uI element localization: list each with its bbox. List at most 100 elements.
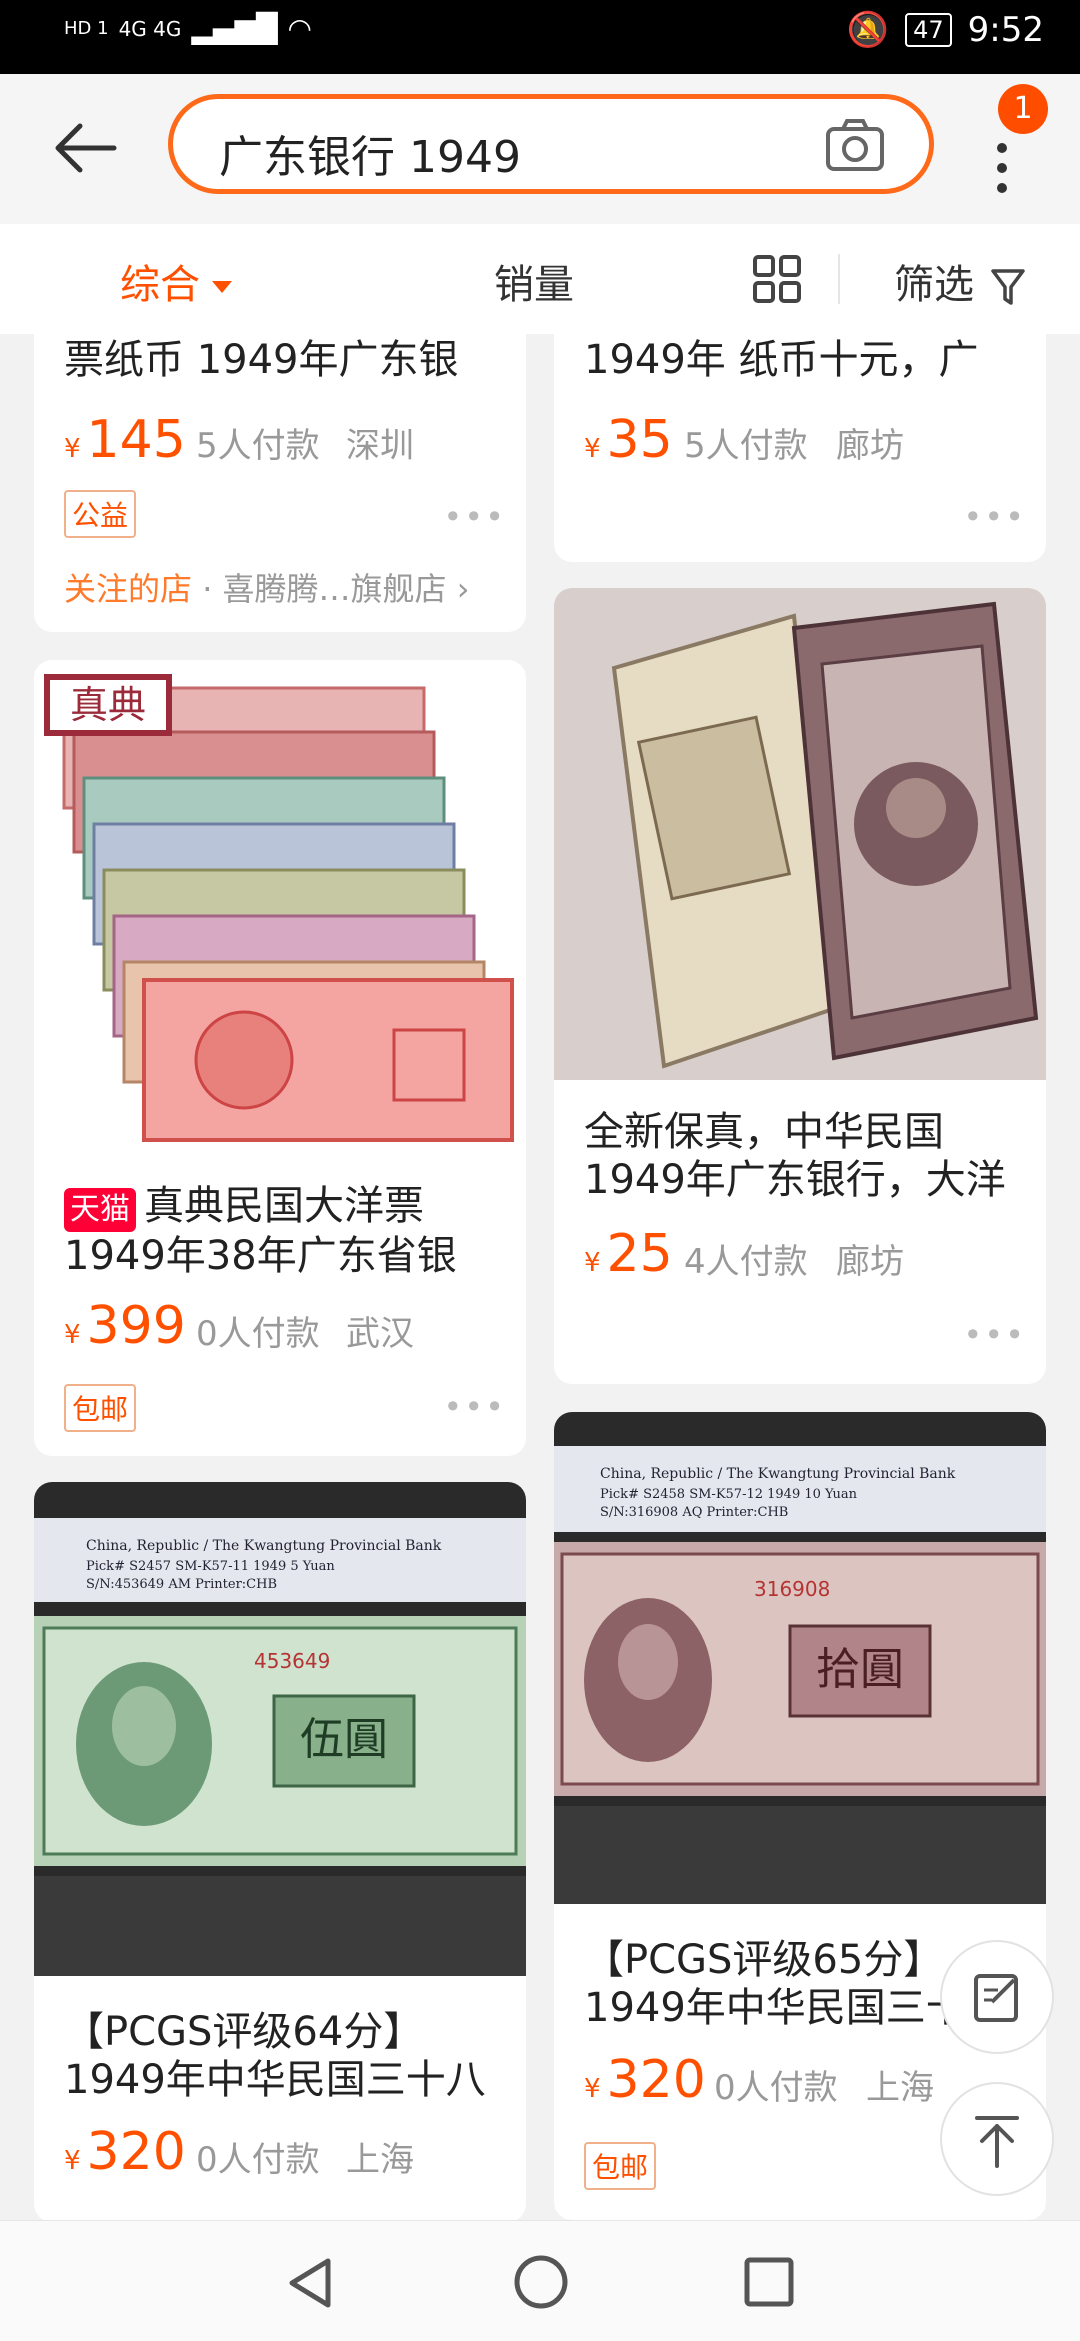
sort-tabs: 综合 销量 筛选 — [0, 224, 1080, 334]
price-value: 399 — [86, 1296, 186, 1356]
followed-shop-label: 关注的店 — [64, 570, 193, 608]
note-value: 伍圓 — [300, 1714, 388, 1765]
sales-count: 0人付款 — [714, 2068, 838, 2108]
product-price: ¥399 — [64, 1296, 186, 1356]
shop-name: · 喜腾腾…旗舰店 › — [202, 570, 470, 608]
tab-filter-label: 筛选 — [894, 262, 974, 308]
feedback-button[interactable] — [940, 1940, 1054, 2054]
yen-symbol: ¥ — [64, 2146, 81, 2176]
sales-count: 5人付款 — [684, 426, 808, 466]
status-right: 🔕 47 9:52 — [847, 10, 1044, 50]
product-card[interactable]: China, Republic / The Kwangtung Provinci… — [34, 1482, 526, 2222]
status-left: HD 1 4G 4G ▂▄▆█ ◠ — [64, 12, 312, 45]
more-dots-icon[interactable]: ••• — [963, 498, 1026, 536]
product-image[interactable] — [554, 588, 1046, 1080]
grid-view-icon[interactable] — [752, 254, 802, 304]
pcgs-label-text: China, Republic / The Kwangtung Provinci… — [600, 1466, 956, 1482]
product-image[interactable]: China, Republic / The Kwangtung Provinci… — [554, 1412, 1046, 1904]
nav-home-icon[interactable] — [512, 2253, 570, 2311]
camera-icon[interactable] — [825, 117, 885, 173]
product-title: 票纸币 1949年广东银 — [64, 337, 459, 383]
location: 廊坊 — [836, 426, 904, 466]
price-value: 320 — [86, 2122, 186, 2182]
signal-icon: ▂▄▆█ — [191, 12, 278, 45]
clock: 9:52 — [967, 10, 1044, 50]
location: 上海 — [866, 2068, 934, 2108]
search-input[interactable]: 广东银行 1949 — [219, 121, 521, 185]
title-line-1: 全新保真，中华民国 — [584, 1109, 944, 1155]
title-line-1: 【PCGS评级65分】 — [584, 1937, 944, 1983]
tab-comprehensive[interactable]: 综合 — [120, 252, 232, 310]
tag-badge: 包邮 — [64, 1384, 137, 1432]
product-title: 1949年 纸币十元，广 — [584, 337, 979, 383]
more-dots-icon[interactable]: ••• — [443, 498, 506, 536]
tab-sales[interactable]: 销量 — [494, 252, 574, 310]
sales-count: 0人付款 — [196, 2140, 320, 2180]
product-title: 【PCGS评级64分】 1949年中华民国三十八 — [64, 2008, 506, 2104]
image-stamp-text: 真典 — [70, 683, 146, 727]
product-image[interactable]: 真典 — [34, 660, 526, 1154]
product-card[interactable]: 1949年 纸币十元，广 ¥35 5人付款 廊坊 ••• — [554, 330, 1046, 562]
hd-indicator: HD 1 — [64, 17, 109, 39]
product-price: ¥320 — [64, 2122, 186, 2182]
back-to-top-icon — [975, 2116, 1019, 2168]
edit-feedback-icon — [974, 1974, 1018, 2022]
network-indicator: 4G 4G — [118, 16, 182, 41]
mute-bell-icon: 🔕 — [846, 10, 890, 50]
yen-symbol: ¥ — [584, 434, 601, 464]
caret-down-icon — [212, 281, 232, 293]
product-title: 天猫 真典民国大洋票 1949年38年广东省银 — [64, 1182, 506, 1280]
product-card[interactable]: 全新保真，中华民国 1949年广东银行，大洋 ¥25 4人付款 廊坊 ••• — [554, 588, 1046, 1384]
price-value: 145 — [86, 410, 186, 470]
tabs-divider — [838, 254, 840, 304]
title-line-2: 1949年中华民国三十八 — [64, 2057, 486, 2103]
tag-badge: 公益 — [64, 490, 137, 538]
search-box[interactable]: 广东银行 1949 — [168, 94, 934, 194]
price-value: 25 — [606, 1224, 673, 1284]
pcgs-label-pick: Pick# S2457 SM-K57-11 1949 5 Yuan — [86, 1559, 335, 1574]
location: 武汉 — [346, 1314, 414, 1354]
price-value: 320 — [606, 2050, 706, 2110]
nav-back-icon[interactable] — [282, 2255, 338, 2311]
title-line-2: 1949年38年广东省银 — [64, 1233, 457, 1279]
tab-filter[interactable]: 筛选 — [894, 252, 1025, 310]
back-to-top-button[interactable] — [940, 2082, 1054, 2196]
search-header: 广东银行 1949 1 — [0, 74, 1080, 224]
product-price: ¥145 — [64, 410, 186, 470]
pcgs-label-sn: S/N:453649 AM Printer:CHB — [86, 1577, 277, 1592]
note-value: 拾圓 — [816, 1644, 904, 1695]
yen-symbol: ¥ — [64, 1320, 81, 1350]
yen-symbol: ¥ — [584, 1248, 601, 1278]
product-price: ¥320 — [584, 2050, 706, 2110]
pcgs-label-sn: S/N:316908 AQ Printer:CHB — [600, 1505, 788, 1520]
sales-count: 0人付款 — [196, 1314, 320, 1354]
more-dots-icon[interactable]: ••• — [963, 1316, 1026, 1354]
back-arrow-icon[interactable] — [50, 118, 120, 178]
note-serial: 316908 — [754, 1577, 830, 1601]
product-price: ¥25 — [584, 1224, 673, 1284]
wifi-icon: ◠ — [287, 12, 312, 45]
battery-indicator: 47 — [905, 13, 952, 47]
shop-link[interactable]: 关注的店 · 喜腾腾…旗舰店 › — [64, 564, 470, 610]
location: 上海 — [346, 2140, 414, 2180]
location: 深圳 — [346, 426, 414, 466]
tmall-badge: 天猫 — [64, 1188, 136, 1232]
tab-comprehensive-label: 综合 — [120, 262, 200, 308]
product-image[interactable]: China, Republic / The Kwangtung Provinci… — [34, 1482, 526, 1976]
sales-count: 4人付款 — [684, 1242, 808, 1282]
filter-funnel-icon — [990, 269, 1025, 305]
more-dots-icon[interactable]: ••• — [443, 1388, 506, 1426]
tag-badge: 包邮 — [584, 2142, 657, 2190]
price-value: 35 — [606, 410, 673, 470]
system-nav-bar — [0, 2220, 1080, 2341]
yen-symbol: ¥ — [584, 2074, 601, 2104]
nav-recents-icon[interactable] — [742, 2255, 796, 2309]
product-title: 全新保真，中华民国 1949年广东银行，大洋 — [584, 1108, 1026, 1204]
location: 廊坊 — [836, 1242, 904, 1282]
product-card[interactable]: 真典 天猫 真典民国大洋票 1949年38年广东省银 ¥399 0人付款 武汉 包… — [34, 660, 526, 1456]
yen-symbol: ¥ — [64, 434, 81, 464]
product-card[interactable]: 票纸币 1949年广东银 ¥145 5人付款 深圳 公益 ••• 关注的店 · … — [34, 330, 526, 632]
status-bar: HD 1 4G 4G ▂▄▆█ ◠ 🔕 47 9:52 — [0, 0, 1080, 74]
title-line-2: 1949年广东银行，大洋 — [584, 1157, 1006, 1203]
sales-count: 5人付款 — [196, 426, 320, 466]
